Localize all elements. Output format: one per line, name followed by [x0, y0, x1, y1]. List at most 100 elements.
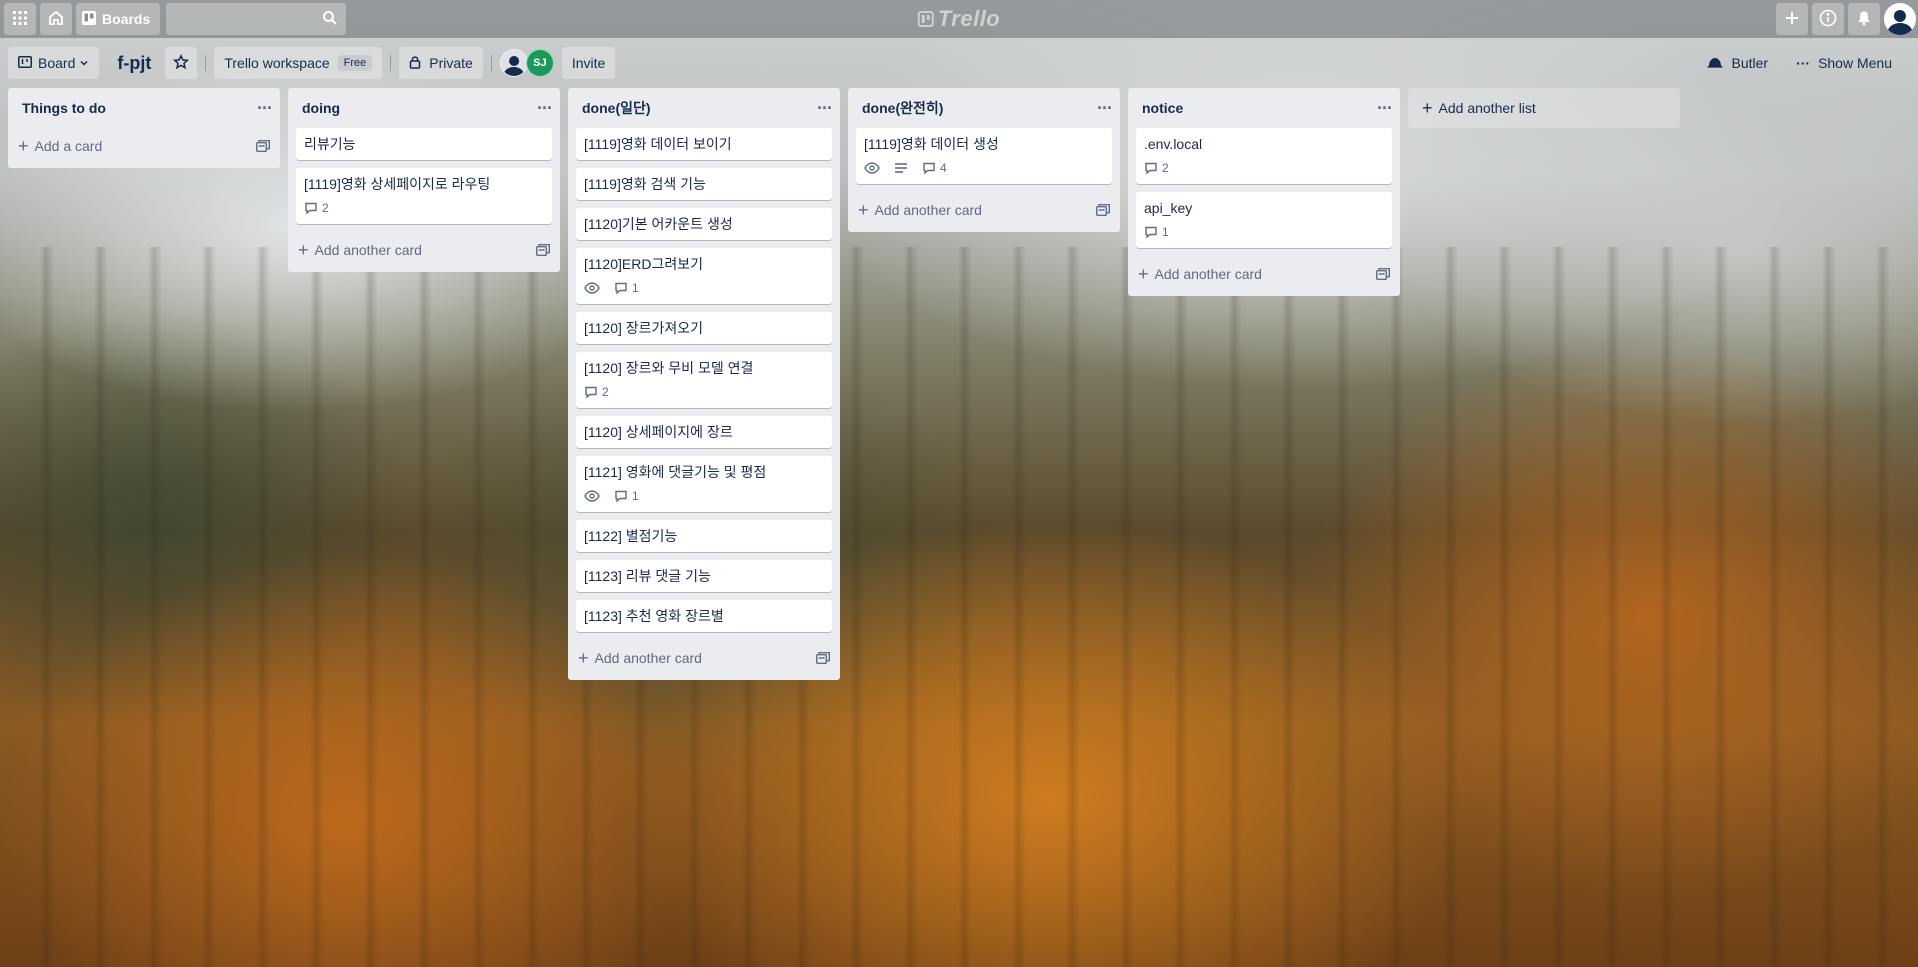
list-title[interactable]: notice: [1142, 100, 1183, 116]
list-column[interactable]: Things to do ··· + Add a card: [8, 88, 280, 168]
comment-badge: 2: [1144, 161, 1169, 175]
visibility-button[interactable]: Private: [399, 47, 483, 79]
card[interactable]: 리뷰기능: [296, 128, 552, 160]
list-column[interactable]: done(완전히) ··· [1119]영화 데이터 생성 4 + Add another…: [848, 88, 1120, 232]
comment-badge: 1: [614, 489, 639, 503]
list-menu-dots-icon[interactable]: ···: [537, 99, 553, 117]
card-list: [1119]영화 데이터 생성 4: [848, 128, 1120, 184]
card-badges: 1: [1144, 222, 1384, 242]
card[interactable]: [1122] 별점기능: [576, 520, 832, 552]
info-button[interactable]: [1812, 3, 1844, 35]
card-list: 리뷰기능 [1119]영화 상세페이지로 라우팅 2: [288, 128, 560, 224]
invite-button[interactable]: Invite: [561, 47, 616, 79]
card[interactable]: [1121] 영화에 댓글기능 및 평점 1: [576, 456, 832, 512]
card-badges: 1: [584, 278, 824, 298]
card[interactable]: [1120] 상세페이지에 장르: [576, 416, 832, 448]
add-card-label: Add another card: [314, 242, 422, 258]
apps-button[interactable]: [4, 3, 36, 35]
card[interactable]: [1120]기본 어카운트 생성: [576, 208, 832, 240]
card-title: [1119]영화 데이터 보이기: [584, 136, 732, 152]
list-title[interactable]: done(완전히): [862, 98, 943, 118]
star-icon: [173, 53, 190, 73]
card[interactable]: [1119]영화 상세페이지로 라우팅 2: [296, 168, 552, 224]
board-view-label: Board: [38, 55, 76, 71]
plus-icon: +: [578, 648, 589, 668]
eye-icon: [584, 282, 604, 294]
add-list-label: Add another list: [1438, 100, 1536, 116]
card[interactable]: .env.local 2: [1136, 128, 1392, 184]
card[interactable]: [1123] 추천 영화 장르별: [576, 600, 832, 632]
card-title: .env.local: [1144, 136, 1203, 152]
plus-icon: +: [858, 200, 869, 220]
board-view-switcher[interactable]: Board: [8, 47, 100, 79]
card[interactable]: api_key 1: [1136, 192, 1392, 248]
card-list: [1119]영화 데이터 보이기 [1119]영화 검색 기능 [1120]기본 어…: [568, 128, 840, 632]
comment-badge: 2: [584, 385, 609, 399]
card-template-icon[interactable]: [1376, 268, 1390, 280]
home-button[interactable]: [40, 3, 72, 35]
workspace-button[interactable]: Trello workspace Free: [214, 47, 383, 79]
card[interactable]: [1120] 장르가져오기: [576, 312, 832, 344]
list-title[interactable]: done(일단): [582, 98, 651, 118]
add-card-button[interactable]: + Add another card: [1128, 256, 1400, 292]
list-menu-dots-icon[interactable]: ···: [257, 99, 273, 117]
butler-label: Butler: [1731, 55, 1769, 71]
list-header: Things to do ···: [8, 88, 280, 128]
star-button[interactable]: [165, 47, 198, 79]
card-template-icon[interactable]: [256, 140, 270, 152]
member-avatar[interactable]: SJ: [525, 49, 554, 77]
workspace-plan-badge: Free: [337, 55, 373, 71]
show-menu-button[interactable]: ··· Show Menu: [1786, 47, 1902, 79]
add-card-button[interactable]: + Add another card: [288, 232, 560, 268]
comment-icon: [922, 161, 940, 175]
info-icon: [1819, 9, 1837, 30]
card[interactable]: [1123] 리뷰 댓글 기능: [576, 560, 832, 592]
add-list-button[interactable]: + Add another list: [1408, 88, 1680, 128]
dots-icon: ···: [1796, 55, 1811, 71]
list-column[interactable]: done(일단) ··· [1119]영화 데이터 보이기 [1119]영화 검색 기…: [568, 88, 840, 680]
list-menu-dots-icon[interactable]: ···: [1377, 99, 1393, 117]
add-card-button[interactable]: + Add another card: [568, 640, 840, 676]
card[interactable]: [1119]영화 데이터 보이기: [576, 128, 832, 160]
card-title: [1119]영화 상세페이지로 라우팅: [304, 176, 491, 192]
card-template-icon[interactable]: [536, 244, 550, 256]
card-title: [1121] 영화에 댓글기능 및 평점: [584, 464, 767, 480]
comment-icon: [1144, 225, 1162, 239]
add-card-label: Add another card: [874, 202, 982, 218]
list-menu-dots-icon[interactable]: ···: [817, 99, 833, 117]
trello-logo[interactable]: Trello: [917, 6, 1001, 32]
card[interactable]: [1119]영화 검색 기능: [576, 168, 832, 200]
list-column[interactable]: notice ··· .env.local 2 api_key 1 + Add another…: [1128, 88, 1400, 296]
user-icon: [501, 50, 527, 76]
list-title[interactable]: doing: [302, 100, 340, 116]
account-avatar[interactable]: [1884, 3, 1916, 35]
card-title: [1120] 장르가져오기: [584, 320, 704, 336]
list-header: done(완전히) ···: [848, 88, 1120, 128]
search-icon: [322, 10, 338, 29]
boards-button[interactable]: Boards: [76, 3, 161, 35]
card-badges: 2: [584, 382, 824, 402]
butler-button[interactable]: Butler: [1697, 47, 1778, 79]
add-card-button[interactable]: + Add another card: [848, 192, 1120, 228]
notifications-button[interactable]: [1848, 3, 1880, 35]
card-template-icon[interactable]: [816, 652, 830, 664]
list-menu-dots-icon[interactable]: ···: [1097, 99, 1113, 117]
add-card-button[interactable]: + Add a card: [8, 128, 280, 164]
create-button[interactable]: [1776, 3, 1808, 35]
search-input[interactable]: [166, 3, 347, 35]
comment-badge: 2: [304, 201, 329, 215]
list-header: done(일단) ···: [568, 88, 840, 128]
add-card-label: Add a card: [34, 138, 103, 154]
card[interactable]: [1120]ERD그려보기 1: [576, 248, 832, 304]
card[interactable]: [1120] 장르와 무비 모델 연결 2: [576, 352, 832, 408]
logo-text: Trello: [937, 6, 1001, 31]
list-header: doing ···: [288, 88, 560, 128]
board-title[interactable]: f-pjt: [107, 53, 161, 74]
card-template-icon[interactable]: [1096, 204, 1110, 216]
card-title: [1119]영화 검색 기능: [584, 176, 706, 192]
member-avatar[interactable]: [499, 49, 528, 77]
card[interactable]: [1119]영화 데이터 생성 4: [856, 128, 1112, 184]
list-title[interactable]: Things to do: [22, 100, 106, 116]
boards-label: Boards: [102, 11, 151, 27]
list-column[interactable]: doing ··· 리뷰기능 [1119]영화 상세페이지로 라우팅 2 + Add ano…: [288, 88, 560, 272]
